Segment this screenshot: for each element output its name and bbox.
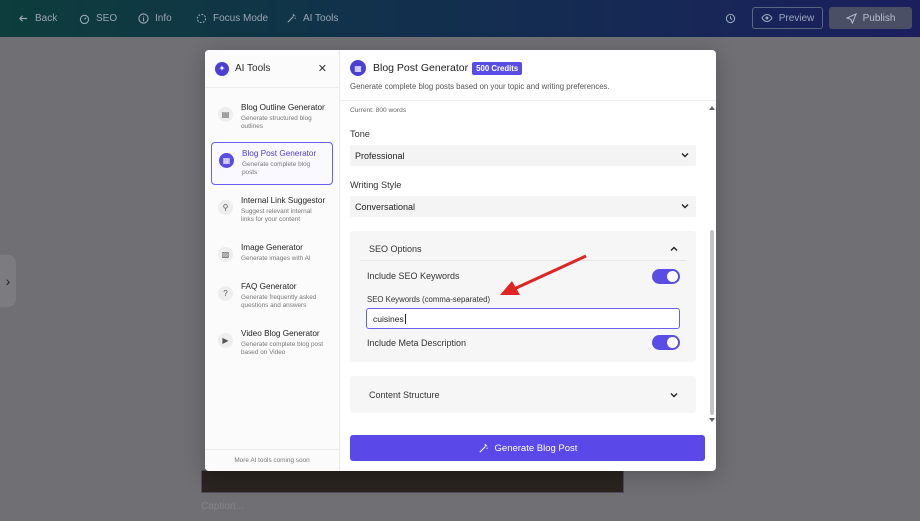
document-icon: ▤ (218, 107, 233, 122)
content-structure-panel[interactable]: Content Structure (350, 376, 696, 413)
scroll-up-icon[interactable] (708, 105, 716, 111)
focus-mode-label: Focus Mode (213, 13, 269, 24)
include-seo-keywords-toggle[interactable] (652, 269, 680, 284)
top-toolbar: Back SEO Info Focus Mode AI Tools Previe… (0, 0, 920, 37)
chevron-right-icon: › (5, 273, 11, 289)
tool-name: Blog Outline Generator (241, 103, 325, 112)
gauge-icon (79, 14, 90, 24)
question-icon: ? (218, 286, 233, 301)
ai-tools-sidebar: ✦ AI Tools ✕ ▤ Blog Outline Generator Ge… (205, 50, 340, 471)
tool-blog-post-generator[interactable]: ▦ Blog Post Generator Generate complete … (211, 142, 333, 185)
seo-button[interactable]: SEO (79, 0, 117, 37)
tool-desc: Generate complete blog posts (242, 161, 311, 176)
tone-select[interactable]: Professional (350, 145, 696, 166)
tool-video-blog-generator[interactable]: ▶ Video Blog Generator Generate complete… (211, 323, 333, 366)
close-icon[interactable]: ✕ (318, 62, 327, 75)
tool-blog-outline-generator[interactable]: ▤ Blog Outline Generator Generate struct… (211, 97, 333, 140)
panel-header: ▦ Blog Post Generator 500 Credits (350, 60, 523, 76)
magic-wand-icon (287, 13, 296, 23)
seo-label: SEO (96, 13, 118, 24)
ai-tools-modal: ✦ AI Tools ✕ ▤ Blog Outline Generator Ge… (205, 50, 716, 471)
include-seo-keywords-label: Include SEO Keywords (367, 271, 460, 281)
generator-panel: ▦ Blog Post Generator 500 Credits Genera… (340, 50, 716, 471)
chevron-up-icon (670, 246, 678, 251)
content-image (201, 470, 624, 493)
arrow-left-icon (18, 15, 28, 22)
tool-name: Video Blog Generator (241, 329, 320, 338)
tool-name: Image Generator (241, 243, 303, 252)
writing-style-select[interactable]: Conversational (350, 196, 696, 217)
tool-desc: Generate complete blog post based on Vid… (241, 341, 324, 356)
eye-icon (761, 13, 773, 23)
generate-blog-post-label: Generate Blog Post (494, 442, 578, 454)
chevron-down-icon (670, 393, 678, 398)
tool-name: FAQ Generator (241, 282, 297, 291)
expand-panel-button[interactable]: › (0, 255, 16, 307)
focus-icon (196, 13, 207, 24)
seo-options-title: SEO Options (369, 244, 422, 254)
include-meta-description-toggle[interactable] (652, 335, 680, 350)
tool-desc: Generate images with AI (241, 255, 311, 262)
word-count-current: Current: 800 words (350, 107, 407, 114)
info-label: Info (155, 13, 172, 24)
info-icon (138, 13, 149, 24)
tool-internal-link-suggestor[interactable]: ⚲ Internal Link Suggestor Suggest releva… (211, 190, 333, 233)
seo-keywords-input[interactable]: cuisines (366, 308, 680, 329)
history-icon (725, 13, 736, 24)
scroll-down-icon[interactable] (708, 417, 716, 423)
tool-image-generator[interactable]: ▨ Image Generator Generate images with A… (211, 237, 333, 280)
seo-keywords-value: cuisines (373, 313, 404, 324)
chevron-down-icon (681, 153, 689, 158)
seo-keywords-label: SEO Keywords (comma-separated) (367, 295, 491, 304)
text-cursor (404, 313, 406, 324)
preview-button[interactable]: Preview (752, 7, 823, 29)
content-structure-title: Content Structure (369, 390, 440, 400)
info-button[interactable]: Info (138, 0, 172, 37)
back-label: Back (35, 13, 58, 24)
preview-label: Preview (778, 12, 815, 24)
publish-button[interactable]: Publish (829, 7, 912, 29)
credits-badge: 500 Credits (472, 61, 523, 75)
caption-input[interactable]: Caption... (201, 501, 244, 512)
article-icon: ▦ (350, 60, 366, 76)
link-icon: ⚲ (218, 200, 233, 215)
tool-desc: Generate structured blog outlines (241, 115, 312, 130)
sidebar-footer: More AI tools coming soon (205, 449, 339, 471)
article-icon: ▦ (219, 153, 234, 168)
tool-desc: Generate frequently asked questions and … (241, 294, 317, 309)
panel-subtitle: Generate complete blog posts based on yo… (350, 82, 610, 91)
include-meta-description-label: Include Meta Description (367, 338, 467, 348)
ai-tools-logo-icon: ✦ (215, 61, 229, 76)
back-button[interactable]: Back (18, 0, 57, 37)
tool-name: Blog Post Generator (242, 149, 317, 158)
writing-style-value: Conversational (355, 201, 416, 212)
tool-desc: Suggest relevant internal links for your… (241, 208, 312, 223)
generate-blog-post-button[interactable]: Generate Blog Post (350, 435, 705, 461)
history-button[interactable] (725, 0, 736, 37)
sidebar-header: ✦ AI Tools ✕ (205, 50, 339, 88)
tool-faq-generator[interactable]: ? FAQ Generator Generate frequently aske… (211, 276, 333, 319)
scrollbar[interactable] (708, 105, 716, 423)
tool-name: Internal Link Suggestor (241, 196, 326, 205)
divider (360, 260, 686, 261)
writing-style-label: Writing Style (350, 180, 402, 190)
panel-title: Blog Post Generator (373, 62, 469, 74)
publish-label: Publish (862, 12, 896, 24)
tone-label: Tone (350, 129, 370, 139)
tone-value: Professional (355, 150, 405, 161)
focus-mode-button[interactable]: Focus Mode (196, 0, 268, 37)
scrollbar-thumb[interactable] (710, 230, 714, 415)
ai-tools-button[interactable]: AI Tools (286, 0, 338, 37)
seo-options-panel: SEO Options Include SEO Keywords SEO Key… (350, 231, 696, 362)
video-icon: ▶ (218, 333, 233, 348)
magic-wand-icon (478, 443, 488, 453)
ai-tools-label: AI Tools (303, 13, 339, 24)
seo-options-header[interactable]: SEO Options (350, 231, 696, 260)
send-icon (845, 12, 857, 24)
sidebar-title: AI Tools (235, 63, 271, 74)
chevron-down-icon (681, 204, 689, 209)
image-icon: ▨ (218, 247, 233, 262)
